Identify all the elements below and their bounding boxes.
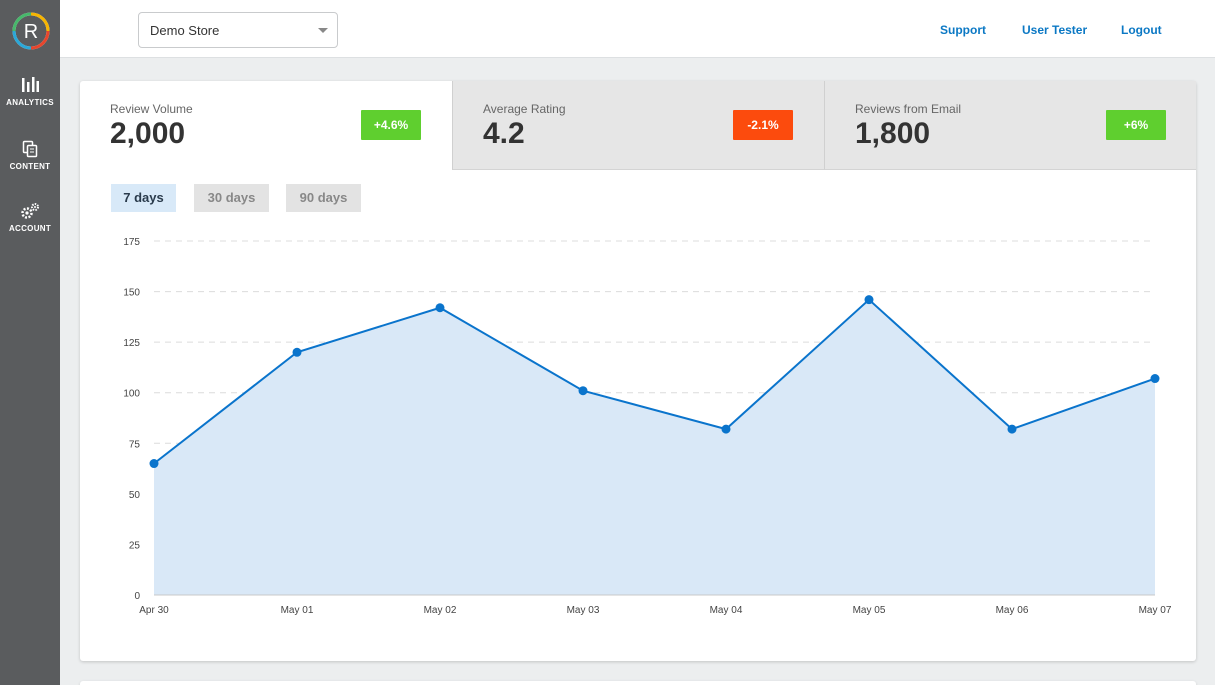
data-point <box>721 424 731 434</box>
data-point <box>1007 424 1017 434</box>
stat-reviews-from-email[interactable]: Reviews from Email 1,800 +6% <box>824 81 1196 170</box>
y-tick-label: 75 <box>129 439 141 450</box>
nav-account[interactable]: ACCOUNT <box>0 202 60 233</box>
y-tick-label: 175 <box>123 237 140 248</box>
review-volume-chart: 0 25 50 75 100 125 150 175 Apr 30 May 01 May 02 May… <box>123 237 1172 616</box>
support-link[interactable]: Support <box>940 23 986 37</box>
documents-icon <box>22 140 38 158</box>
x-tick-label: Apr 30 <box>139 605 169 616</box>
logo-letter: R <box>24 21 38 43</box>
store-select-value: Demo Store <box>150 23 220 38</box>
stat-value: 2,000 <box>110 117 186 150</box>
data-point <box>435 303 445 313</box>
bar-chart-icon <box>22 77 39 92</box>
data-point <box>292 347 302 357</box>
stat-average-rating[interactable]: Average Rating 4.2 -2.1% <box>452 81 824 170</box>
x-tick-label: May 07 <box>1139 605 1172 616</box>
top-header: Demo Store Support User Tester Logout <box>60 0 1215 58</box>
stat-value: 4.2 <box>483 117 525 150</box>
y-tick-label: 50 <box>129 490 141 501</box>
range-30-days-button[interactable]: 30 days <box>194 184 269 212</box>
range-7-days-button[interactable]: 7 days <box>111 184 176 212</box>
sidebar: R ANALYTICS CONTENT ACCOUNT <box>0 0 60 685</box>
x-tick-label: May 06 <box>996 605 1029 616</box>
logo[interactable]: R <box>11 11 51 51</box>
x-tick-label: May 02 <box>424 605 457 616</box>
data-point <box>864 295 874 305</box>
analytics-card: Review Volume 2,000 +4.6% Average Rating… <box>80 81 1196 661</box>
stat-label: Review Volume <box>110 102 193 116</box>
y-tick-label: 25 <box>129 540 141 551</box>
user-tester-link[interactable]: User Tester <box>1022 23 1087 37</box>
y-tick-label: 125 <box>123 338 140 349</box>
nav-content[interactable]: CONTENT <box>0 140 60 171</box>
data-point <box>578 386 588 396</box>
stat-label: Reviews from Email <box>855 102 962 116</box>
nav-analytics[interactable]: ANALYTICS <box>0 76 60 107</box>
area-fill <box>154 299 1155 595</box>
y-tick-label: 100 <box>123 389 140 400</box>
x-tick-label: May 01 <box>281 605 314 616</box>
chevron-down-icon <box>318 28 328 33</box>
stat-label: Average Rating <box>483 102 566 116</box>
stat-change-badge: +4.6% <box>361 110 421 140</box>
x-tick-label: May 03 <box>567 605 600 616</box>
nav-content-label: CONTENT <box>9 162 51 171</box>
stat-change-badge: +6% <box>1106 110 1166 140</box>
stat-value: 1,800 <box>855 117 931 150</box>
gears-icon <box>21 203 39 219</box>
x-tick-label: May 04 <box>710 605 743 616</box>
store-select[interactable]: Demo Store <box>138 12 338 48</box>
y-tick-label: 0 <box>134 591 140 602</box>
stat-change-badge: -2.1% <box>733 110 793 140</box>
y-tick-label: 150 <box>123 288 140 299</box>
data-point <box>149 459 159 469</box>
range-90-days-button[interactable]: 90 days <box>286 184 361 212</box>
data-point <box>1150 374 1160 384</box>
stat-review-volume[interactable]: Review Volume 2,000 +4.6% <box>80 81 452 170</box>
nav-account-label: ACCOUNT <box>8 224 52 233</box>
nav-analytics-label: ANALYTICS <box>6 98 54 107</box>
next-card <box>80 681 1196 685</box>
logout-link[interactable]: Logout <box>1121 23 1162 37</box>
x-tick-label: May 05 <box>853 605 886 616</box>
